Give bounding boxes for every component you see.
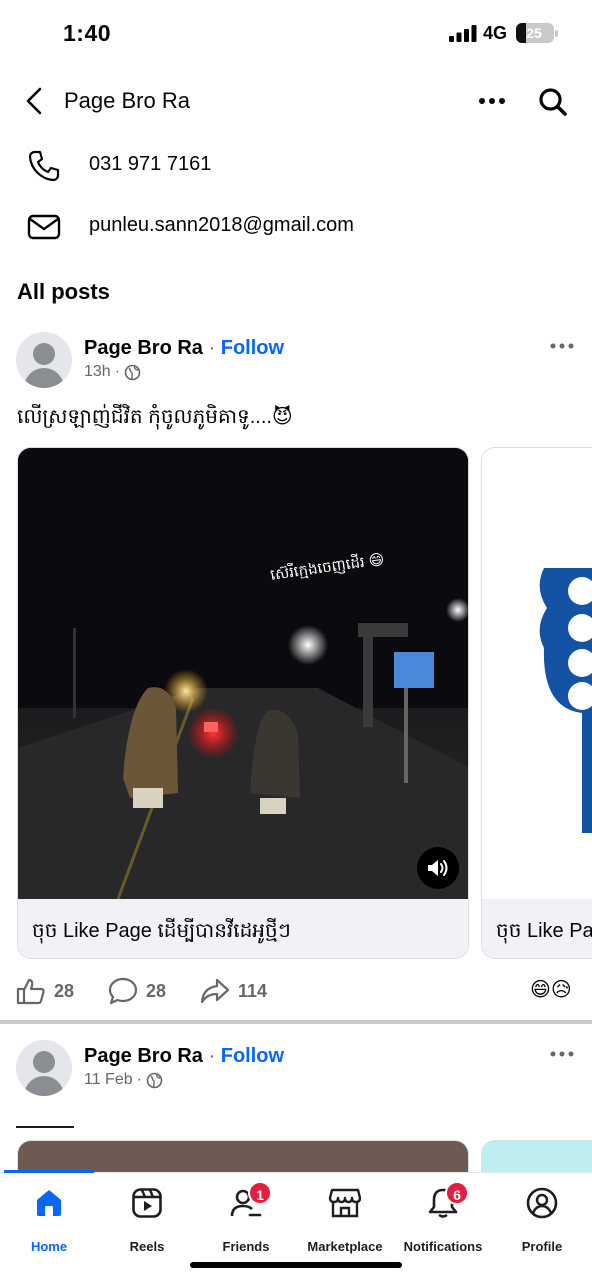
- share-button[interactable]: 114: [200, 971, 267, 1011]
- caption-rule: [16, 1126, 74, 1128]
- notifications-badge: 6: [445, 1181, 469, 1205]
- battery-nub: [555, 30, 558, 37]
- section-title: All posts: [17, 279, 110, 304]
- avatar-head: [33, 343, 55, 365]
- comment-button[interactable]: 28: [108, 971, 166, 1011]
- nav-marketplace[interactable]: Marketplace: [295, 1183, 395, 1255]
- post-meta: 11 Feb ·: [84, 1071, 163, 1089]
- post-more-button[interactable]: [546, 336, 578, 356]
- page-header: Page Bro Ra: [0, 72, 592, 130]
- more-dots-icon: [550, 343, 574, 349]
- network-label: 4G: [483, 23, 508, 43]
- search-icon: [539, 88, 567, 116]
- email-address: punleu.sann2018@gmail.com: [89, 214, 354, 236]
- nav-friends[interactable]: 1 Friends: [196, 1181, 296, 1255]
- mail-icon: [24, 209, 64, 245]
- video-frame: [18, 448, 468, 899]
- post-meta: 13h ·: [84, 363, 141, 381]
- post-author[interactable]: Page Bro Ra: [84, 337, 203, 359]
- marketplace-icon: [327, 1185, 363, 1221]
- post-author[interactable]: Page Bro Ra: [84, 1045, 203, 1067]
- post-author-line: Page Bro Ra · Follow: [84, 337, 284, 360]
- post-actions: 28 28 114 😄😥: [0, 971, 592, 1011]
- status-time: 1:40: [63, 20, 112, 46]
- contact-phone-row[interactable]: 031 971 7161: [0, 140, 592, 190]
- more-dots-icon: [479, 98, 505, 104]
- nav-label: Marketplace: [307, 1239, 383, 1254]
- nav-label: Reels: [129, 1239, 165, 1254]
- share-count: 114: [238, 980, 268, 1001]
- post-author-line: Page Bro Ra · Follow: [84, 1045, 284, 1068]
- comment-count: 28: [146, 980, 167, 1001]
- carousel-card-1[interactable]: ស៊េរីក្មេងចេញដើរ 😄 ចុច Like Page ដើម្បីប…: [17, 447, 469, 959]
- post-time[interactable]: 11 Feb: [84, 1071, 133, 1089]
- chevron-left-icon: [26, 87, 42, 115]
- post-more-button[interactable]: [546, 1044, 578, 1064]
- avatar-body: [24, 1076, 64, 1096]
- avatar-head: [33, 1051, 55, 1073]
- nav-label: Home: [30, 1239, 68, 1254]
- post-caption: លើស្រឡាញ់ជីវិត កុំចូលភូមិគាទូ....😈: [17, 406, 293, 428]
- phone-icon: [24, 148, 64, 184]
- more-dots-icon: [550, 1051, 574, 1057]
- home-icon: [31, 1185, 67, 1221]
- home-indicator: [190, 1262, 402, 1268]
- share-icon: [200, 978, 230, 1004]
- follow-button[interactable]: Follow: [221, 1045, 284, 1067]
- meta-dot: ·: [114, 363, 121, 380]
- nav-active-indicator: [4, 1170, 94, 1173]
- avatar[interactable]: [16, 332, 72, 388]
- card-image: [482, 448, 592, 899]
- card-footer: ចុច Like Page ដើម្បីបានវីដេអូថ្មីៗ: [18, 899, 468, 958]
- video-player[interactable]: ស៊េរីក្មេងចេញដើរ 😄: [18, 448, 468, 899]
- signal-icon: [449, 25, 477, 42]
- phone-number: 031 971 7161: [89, 153, 212, 175]
- nav-home[interactable]: Home: [0, 1183, 99, 1255]
- profile-icon: [524, 1185, 560, 1221]
- nav-profile[interactable]: Profile: [492, 1183, 592, 1255]
- nav-label: Profile: [521, 1239, 563, 1254]
- meta-dot: ·: [136, 1071, 142, 1088]
- page-title: Page Bro Ra: [64, 88, 190, 113]
- battery-level: 25: [526, 25, 542, 41]
- author-separator: ·: [208, 337, 216, 359]
- card-footer-text: ចុច Like Page ដើម្បីបានវីដេអូថ្មីៗ: [32, 920, 291, 942]
- card-image-graphic: [539, 568, 592, 833]
- contact-email-row[interactable]: punleu.sann2018@gmail.com: [0, 201, 592, 251]
- reaction-summary[interactable]: 😄😥: [530, 977, 572, 1002]
- like-button[interactable]: 28: [16, 971, 74, 1011]
- sound-button[interactable]: [417, 847, 459, 889]
- globe-icon: [124, 364, 141, 380]
- nav-notifications[interactable]: 6 Notifications: [393, 1181, 493, 1255]
- back-button[interactable]: [18, 84, 50, 118]
- globe-icon: [146, 1072, 163, 1088]
- reels-icon: [129, 1185, 165, 1221]
- search-button[interactable]: [534, 84, 572, 120]
- author-separator: ·: [208, 1045, 216, 1067]
- post-time[interactable]: 13h: [84, 363, 111, 381]
- like-count: 28: [54, 980, 75, 1001]
- battery-icon: 25: [516, 23, 554, 43]
- avatar[interactable]: [16, 1040, 72, 1096]
- follow-button[interactable]: Follow: [221, 337, 284, 359]
- card-footer-text: ចុច Like Pa: [496, 920, 592, 942]
- status-bar: 1:40 4G 25: [0, 0, 592, 66]
- nav-label: Friends: [222, 1239, 270, 1254]
- carousel-card-2[interactable]: ចុច Like Pa: [481, 447, 592, 959]
- thumbs-up-icon: [16, 978, 45, 1005]
- speaker-icon: [428, 860, 448, 876]
- nav-reels[interactable]: Reels: [97, 1183, 197, 1255]
- nav-label: Notifications: [403, 1239, 483, 1254]
- friends-badge: 1: [248, 1181, 272, 1205]
- card-footer: ចុច Like Pa: [482, 899, 592, 958]
- more-options-button[interactable]: [474, 86, 510, 116]
- avatar-body: [24, 368, 64, 388]
- post-divider: [0, 1020, 592, 1024]
- comment-icon: [108, 977, 138, 1005]
